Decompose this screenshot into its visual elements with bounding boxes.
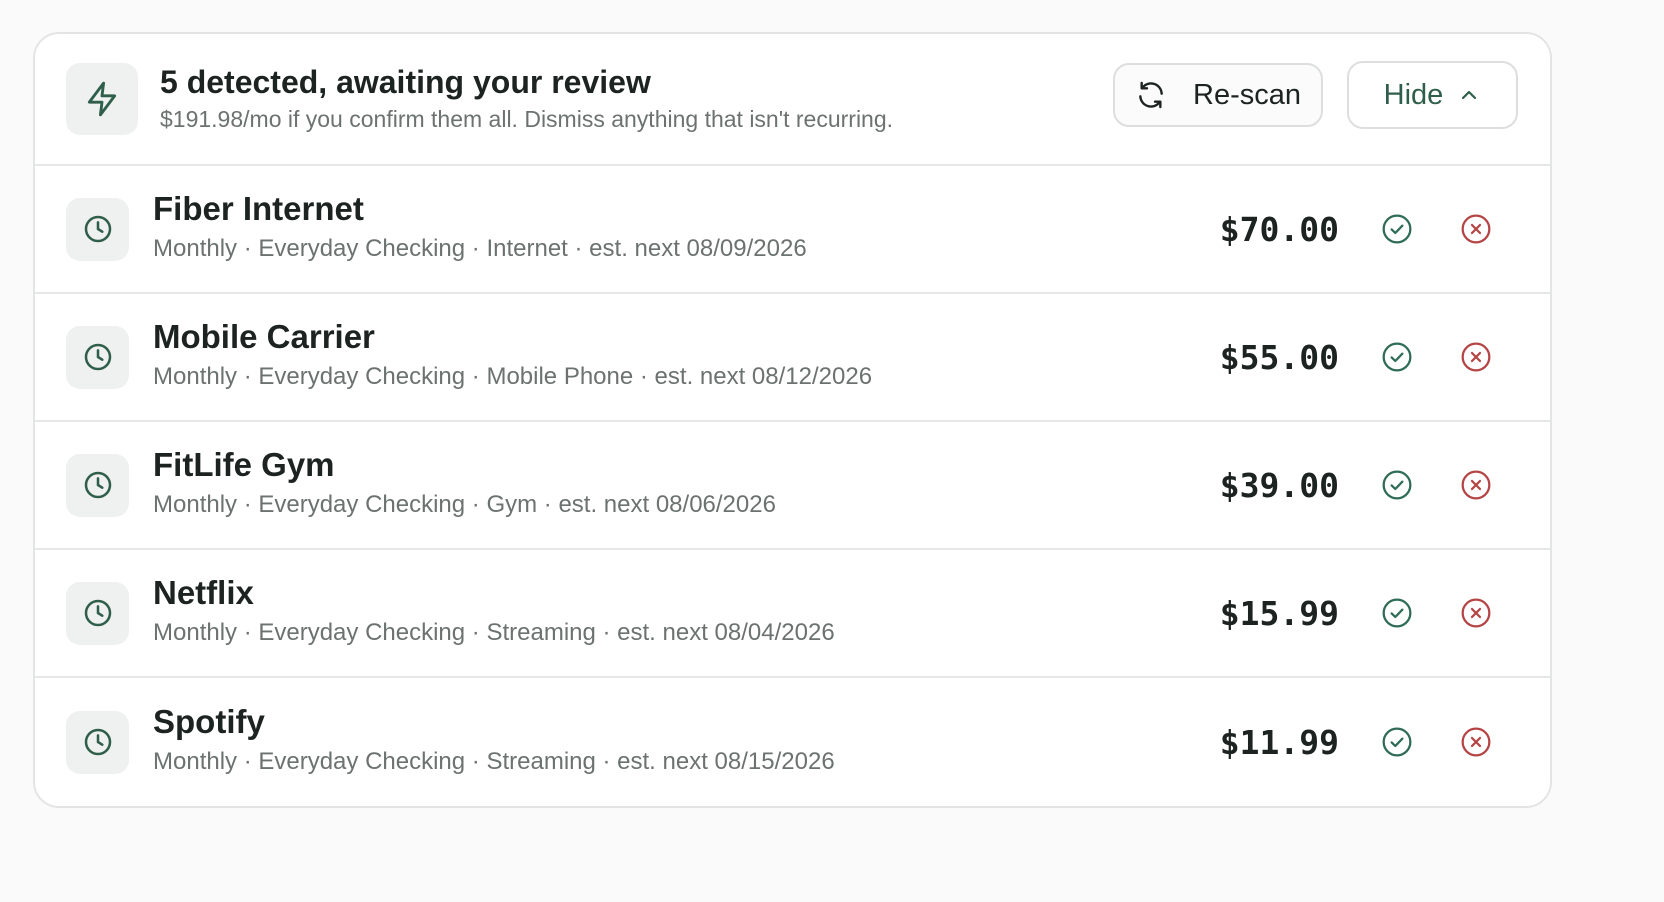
x-circle-icon xyxy=(1461,727,1491,757)
hide-label: Hide xyxy=(1383,78,1444,111)
dismiss-button[interactable] xyxy=(1454,463,1498,507)
clock-icon xyxy=(66,325,129,389)
subscription-name: Mobile Carrier xyxy=(153,318,375,355)
subscription-name: FitLife Gym xyxy=(153,446,335,483)
list-item: Mobile Carrier Monthly · Everyday Checki… xyxy=(35,294,1550,422)
refresh-icon xyxy=(1139,81,1163,109)
confirm-button[interactable] xyxy=(1375,335,1419,379)
dismiss-button[interactable] xyxy=(1454,720,1498,764)
review-header: 5 detected, awaiting your review $191.98… xyxy=(35,34,1550,166)
rescan-label: Re-scan xyxy=(1193,78,1301,111)
subscription-amount: $11.99 xyxy=(1219,722,1339,762)
review-subtitle: $191.98/mo if you confirm them all. Dism… xyxy=(160,106,894,132)
check-circle-icon xyxy=(1382,598,1412,628)
subscription-meta: Monthly · Everyday Checking · Streaming … xyxy=(153,748,835,775)
dismiss-button[interactable] xyxy=(1454,591,1498,635)
subscription-name: Netflix xyxy=(153,574,254,611)
check-circle-icon xyxy=(1382,727,1412,757)
check-circle-icon xyxy=(1382,470,1412,500)
clock-icon xyxy=(66,581,129,645)
check-circle-icon xyxy=(1382,342,1412,372)
subscription-name: Fiber Internet xyxy=(153,190,364,227)
confirm-button[interactable] xyxy=(1375,463,1419,507)
row-text: Netflix Monthly · Everyday Checking · St… xyxy=(153,574,1159,648)
x-circle-icon xyxy=(1461,214,1491,244)
lightning-icon xyxy=(66,63,138,135)
clock-icon xyxy=(66,710,129,774)
x-circle-icon xyxy=(1461,342,1491,372)
dismiss-button[interactable] xyxy=(1454,335,1498,379)
clock-icon xyxy=(66,197,129,261)
hide-button[interactable]: Hide xyxy=(1347,61,1518,129)
header-actions: Re-scan Hide xyxy=(1113,61,1518,129)
subscription-name: Spotify xyxy=(153,703,265,740)
list-item: Netflix Monthly · Everyday Checking · St… xyxy=(35,550,1550,678)
row-text: Mobile Carrier Monthly · Everyday Checki… xyxy=(153,318,1159,392)
subscription-meta: Monthly · Everyday Checking · Gym · est.… xyxy=(153,491,776,518)
subscription-amount: $15.99 xyxy=(1219,593,1339,633)
row-text: Spotify Monthly · Everyday Checking · St… xyxy=(153,703,1159,777)
dismiss-button[interactable] xyxy=(1454,207,1498,251)
subscription-meta: Monthly · Everyday Checking · Streaming … xyxy=(153,619,835,646)
subscription-meta: Monthly · Everyday Checking · Mobile Pho… xyxy=(153,363,873,390)
clock-icon xyxy=(66,453,129,517)
list-item: Fiber Internet Monthly · Everyday Checki… xyxy=(35,166,1550,294)
chevron-up-icon xyxy=(1462,90,1477,100)
rescan-button[interactable]: Re-scan xyxy=(1113,63,1323,127)
list-item: FitLife Gym Monthly · Everyday Checking … xyxy=(35,422,1550,550)
subscription-amount: $39.00 xyxy=(1219,465,1339,505)
check-circle-icon xyxy=(1382,214,1412,244)
x-circle-icon xyxy=(1461,470,1491,500)
confirm-button[interactable] xyxy=(1375,591,1419,635)
review-title: 5 detected, awaiting your review xyxy=(160,64,651,100)
subscription-amount: $55.00 xyxy=(1219,337,1339,377)
row-text: Fiber Internet Monthly · Everyday Checki… xyxy=(153,190,1159,264)
header-text: 5 detected, awaiting your review $191.98… xyxy=(160,64,1113,133)
x-circle-icon xyxy=(1461,598,1491,628)
list-item: Spotify Monthly · Everyday Checking · St… xyxy=(35,678,1550,806)
confirm-button[interactable] xyxy=(1375,720,1419,764)
subscription-meta: Monthly · Everyday Checking · Internet ·… xyxy=(153,235,807,262)
detected-subscriptions-card: 5 detected, awaiting your review $191.98… xyxy=(33,32,1552,808)
confirm-button[interactable] xyxy=(1375,207,1419,251)
subscription-amount: $70.00 xyxy=(1219,209,1339,249)
row-text: FitLife Gym Monthly · Everyday Checking … xyxy=(153,446,1159,520)
